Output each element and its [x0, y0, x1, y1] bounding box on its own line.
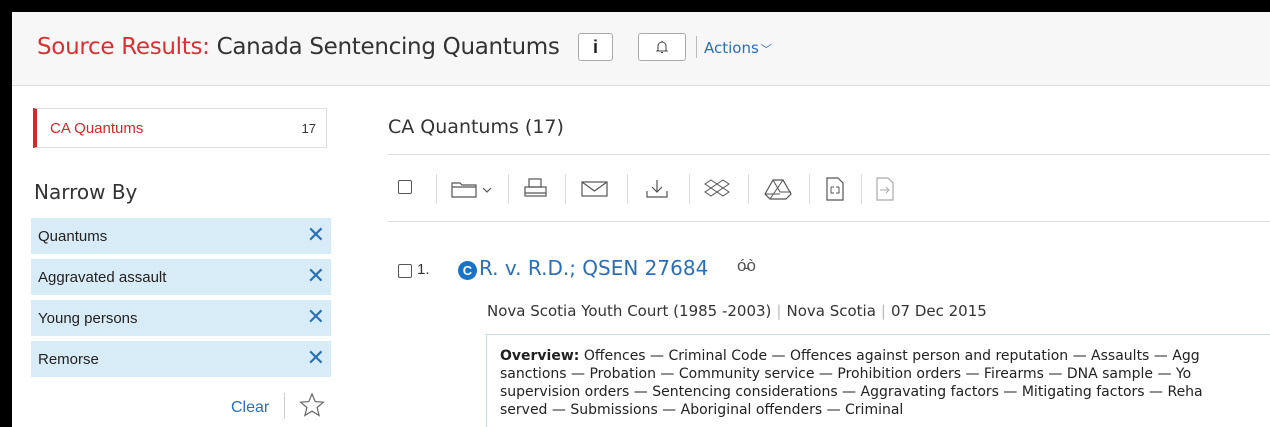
print-icon — [524, 178, 547, 197]
filter-chip: Young persons ✕ — [31, 300, 331, 336]
toolbar-divider — [809, 174, 810, 204]
copy-citation-button[interactable] — [819, 176, 851, 202]
remove-filter-icon[interactable]: ✕ — [307, 225, 325, 247]
preview-glasses-icon[interactable]: ó̵ò — [737, 256, 756, 276]
filter-label: Aggravated assault — [38, 268, 167, 286]
send-to-button[interactable] — [869, 176, 901, 202]
results-divider — [388, 154, 1270, 155]
toolbar-divider — [508, 174, 509, 204]
overview-text: Offences — Criminal Code — Offences agai… — [579, 348, 1200, 364]
chevron-down-icon: ﹀ — [760, 43, 772, 56]
header-divider — [696, 36, 697, 58]
result-title-link[interactable]: R. v. R.D.; QSEN 27684 — [479, 256, 708, 280]
result-court: Nova Scotia Youth Court (1985 -2003) — [487, 302, 772, 320]
title-label: Source Results: — [37, 34, 210, 60]
toolbar-divider — [565, 174, 566, 204]
download-button[interactable] — [637, 176, 677, 202]
toolbar-divider — [689, 174, 690, 204]
remove-filter-icon[interactable]: ✕ — [307, 307, 325, 329]
filter-chip: Remorse ✕ — [31, 341, 331, 377]
overview-line: served — Submissions — Aboriginal offend… — [500, 402, 904, 418]
copy-citation-icon — [826, 177, 844, 201]
folder-icon — [451, 182, 492, 198]
overview-label: Overview: — [500, 348, 580, 364]
save-search-star-icon[interactable] — [299, 392, 325, 418]
result-overview: Overview: Offences — Criminal Code — Off… — [486, 334, 1270, 427]
toolbar-divider — [748, 174, 749, 204]
email-icon — [581, 181, 608, 197]
email-button[interactable] — [575, 176, 615, 202]
download-icon — [646, 180, 668, 198]
toolbar-divider — [861, 174, 862, 204]
filter-label: Quantums — [38, 227, 108, 245]
overview-line: supervision orders — Sentencing consider… — [500, 384, 1203, 400]
citator-badge-icon[interactable]: C — [458, 261, 477, 280]
page-title: Source Results: Canada Sentencing Quantu… — [37, 34, 560, 60]
send-to-icon — [876, 177, 894, 201]
overview-line: sanctions — Probation — Community servic… — [500, 366, 1192, 382]
title-source-name: Canada Sentencing Quantums — [209, 34, 560, 60]
folder-button[interactable] — [446, 176, 498, 202]
toolbar-divider — [627, 174, 628, 204]
clear-filters-link[interactable]: Clear — [231, 399, 269, 417]
actions-label: Actions — [704, 39, 759, 57]
remove-filter-icon[interactable]: ✕ — [307, 348, 325, 370]
select-all-checkbox[interactable] — [398, 180, 412, 194]
result-jurisdiction: Nova Scotia — [786, 302, 876, 320]
result-number: 1. — [417, 261, 430, 278]
page-header: Source Results: Canada Sentencing Quantu… — [12, 12, 1270, 86]
alert-button[interactable] — [638, 33, 686, 61]
toolbar-divider-line — [388, 221, 1270, 222]
info-button-label: i — [592, 36, 598, 57]
info-button[interactable]: i — [578, 33, 613, 61]
clear-divider — [284, 393, 285, 419]
source-count: 17 — [301, 120, 316, 136]
google-drive-button[interactable] — [758, 176, 798, 202]
print-button[interactable] — [519, 176, 553, 202]
narrow-by-heading: Narrow By — [34, 180, 138, 204]
filter-chip: Aggravated assault ✕ — [31, 259, 331, 295]
meta-separator: | — [880, 302, 886, 320]
google-drive-icon — [764, 179, 792, 200]
results-title: CA Quantums (17) — [388, 116, 564, 138]
app-frame: Source Results: Canada Sentencing Quantu… — [12, 12, 1270, 427]
meta-separator: | — [776, 302, 782, 320]
remove-filter-icon[interactable]: ✕ — [307, 266, 325, 288]
sidebar-item-ca-quantums[interactable]: CA Quantums 17 — [33, 108, 327, 148]
filter-chip: Quantums ✕ — [31, 218, 331, 254]
overview-line: Overview: Offences — Criminal Code — Off… — [500, 347, 1270, 365]
result-date: 07 Dec 2015 — [890, 302, 987, 320]
toolbar-divider — [436, 174, 437, 204]
filter-label: Young persons — [38, 309, 138, 327]
result-checkbox[interactable] — [398, 264, 412, 278]
bell-icon — [655, 41, 669, 53]
result-meta: Nova Scotia Youth Court (1985 -2003) | Nov… — [487, 302, 987, 320]
dropbox-button[interactable] — [699, 176, 735, 202]
source-name: CA Quantums — [50, 119, 144, 137]
filter-label: Remorse — [38, 350, 99, 368]
dropbox-icon — [704, 179, 730, 197]
actions-menu[interactable]: Actions ﹀ — [704, 39, 772, 57]
